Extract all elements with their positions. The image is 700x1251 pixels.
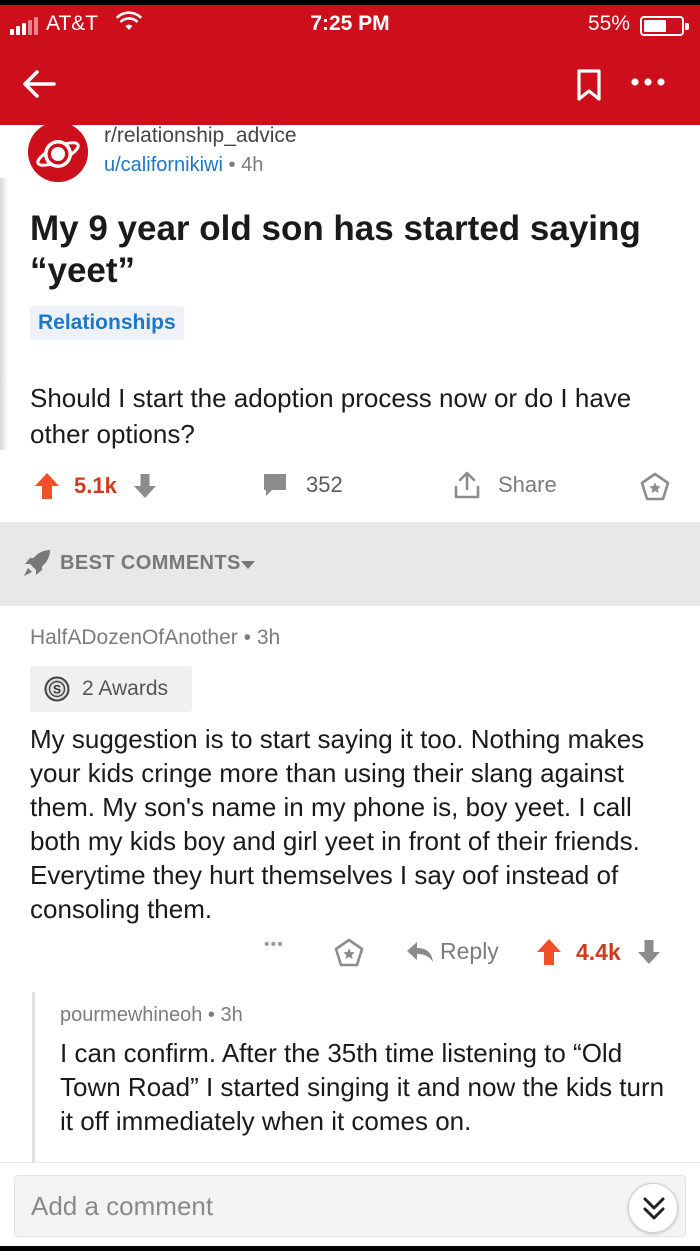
arrow-left-icon[interactable]: [20, 65, 58, 103]
reply-button[interactable]: Reply: [406, 938, 499, 965]
post-age: 4h: [241, 154, 264, 176]
awards-count: 2 Awards: [82, 677, 168, 700]
comment-vote-group: 4.4k: [536, 938, 661, 966]
awards-badge[interactable]: S 2 Awards: [30, 666, 192, 712]
comment-sort-bar[interactable]: BEST COMMENTS: [0, 522, 700, 606]
battery-icon: [640, 16, 689, 36]
post-vote-group: 5.1k: [34, 472, 157, 500]
add-comment-placeholder: Add a comment: [31, 1191, 214, 1221]
comment-meta: HalfADozenOfAnother • 3h: [30, 626, 280, 650]
post-author[interactable]: u/californikiwi: [104, 154, 223, 176]
upvote-icon[interactable]: [34, 472, 60, 500]
add-comment-input[interactable]: Add a comment: [14, 1175, 686, 1237]
comment-icon: [264, 474, 286, 496]
comment-score: 4.4k: [576, 938, 621, 965]
comments-count: 352: [306, 472, 343, 497]
meta-separator: •: [228, 154, 236, 176]
svg-text:S: S: [53, 683, 61, 697]
comments-count-button[interactable]: 352: [262, 472, 343, 498]
silver-award-icon: S: [44, 676, 70, 702]
meta-separator: •: [243, 626, 251, 649]
share-button[interactable]: Share: [452, 470, 557, 500]
downvote-icon[interactable]: [133, 473, 157, 499]
post-meta: u/californikiwi • 4h: [104, 154, 263, 177]
reply-arrow-icon: [407, 941, 433, 962]
app-header: [0, 43, 700, 125]
sort-label: BEST COMMENTS: [60, 552, 241, 574]
rocket-icon: [24, 550, 50, 576]
award-icon[interactable]: [334, 938, 364, 968]
comment-composer: Add a comment: [0, 1162, 700, 1251]
subreddit-name[interactable]: r/relationship_advice: [104, 124, 297, 148]
reply-label: Reply: [440, 938, 499, 964]
post-body: Should I start the adoption process now …: [30, 383, 632, 449]
bottom-edge: [0, 1246, 700, 1251]
comment-author[interactable]: HalfADozenOfAnother: [30, 626, 238, 649]
reply-author[interactable]: pourmewhineoh: [60, 1004, 202, 1026]
share-icon: [454, 471, 480, 499]
next-comment-button[interactable]: [628, 1183, 678, 1233]
thread-line[interactable]: [32, 992, 35, 1162]
share-label: Share: [498, 472, 557, 497]
post-actions: 5.1k 352 Share: [0, 466, 700, 506]
comment-actions: ••• Reply 4.4k: [0, 934, 700, 974]
post-title: My 9 year old son has started saying “ye…: [30, 209, 641, 290]
battery-percent: 55%: [588, 12, 631, 35]
meta-separator: •: [207, 1004, 215, 1026]
reply-meta: pourmewhineoh • 3h: [60, 1004, 243, 1027]
comment-age: 3h: [256, 626, 281, 649]
post-flair[interactable]: Relationships: [30, 306, 184, 340]
reply-body: I can confirm. After the 35th time liste…: [60, 1038, 665, 1136]
chevron-down-icon: [241, 561, 255, 569]
post-score: 5.1k: [74, 473, 117, 498]
award-icon[interactable]: [640, 472, 670, 502]
bookmark-icon[interactable]: [576, 69, 602, 101]
comment-body: My suggestion is to start saying it too.…: [30, 724, 645, 924]
reply-age: 3h: [220, 1004, 243, 1026]
upvote-icon[interactable]: [536, 938, 562, 966]
double-chevron-down-icon: [643, 1197, 665, 1220]
downvote-icon[interactable]: [637, 939, 661, 965]
edge-shadow: [0, 178, 8, 450]
comment-more-button[interactable]: •••: [264, 936, 284, 954]
subreddit-icon[interactable]: [28, 122, 88, 182]
more-dots-icon[interactable]: [628, 67, 668, 97]
status-bar: AT&T 7:25 PM 55%: [0, 5, 700, 43]
